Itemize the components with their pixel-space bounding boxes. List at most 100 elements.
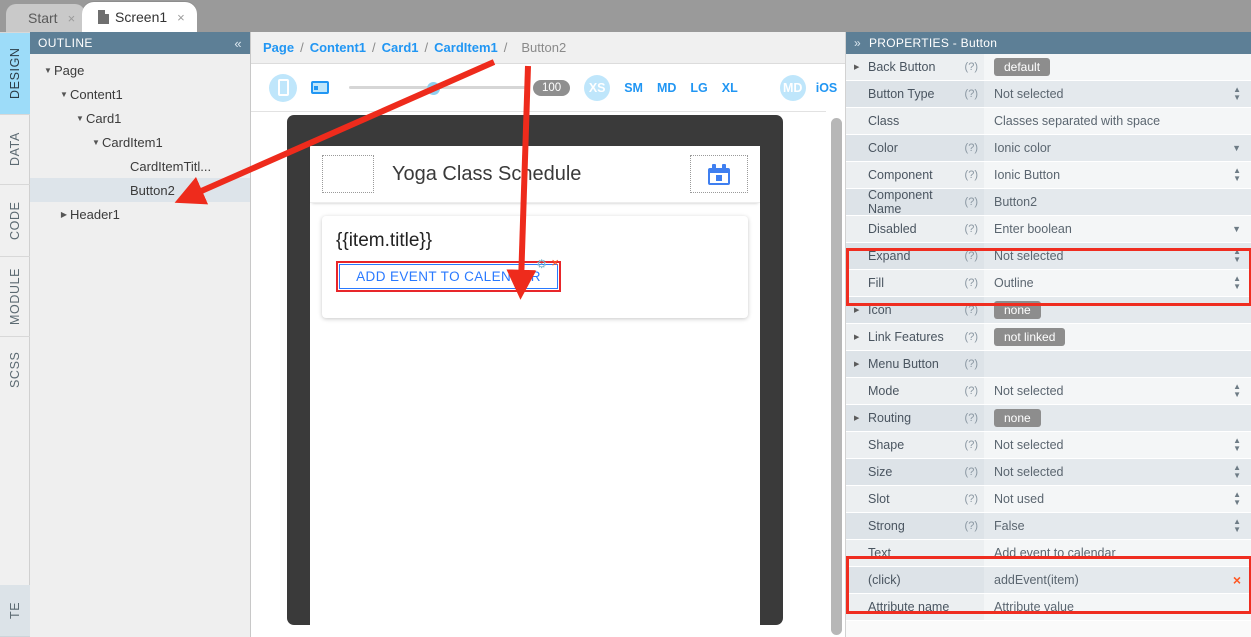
tree-node-button2[interactable]: Button2	[30, 178, 250, 202]
spinner-icon[interactable]: ▲ ▼	[1233, 491, 1241, 507]
tree-node-page[interactable]: ▼ Page	[30, 58, 250, 82]
property-value[interactable]: Classes separated with space	[984, 108, 1251, 134]
chevron-right-icon[interactable]: ▶	[854, 360, 864, 368]
breakpoint-lg[interactable]: LG	[690, 81, 707, 95]
spinner-icon[interactable]: ▲ ▼	[1233, 464, 1241, 480]
tab-start[interactable]: Start ×	[6, 4, 86, 32]
help-icon[interactable]: (?)	[965, 169, 978, 181]
zoom-slider-knob[interactable]	[427, 81, 441, 95]
collapse-left-icon[interactable]: «	[234, 36, 242, 51]
rail-item-design[interactable]: DESIGN	[0, 32, 30, 114]
chevron-right-icon[interactable]: ▶	[854, 333, 864, 341]
property-row[interactable]: Expand (?) Not selected ▲ ▼	[846, 243, 1251, 270]
help-icon[interactable]: (?)	[965, 412, 978, 424]
help-icon[interactable]: (?)	[965, 196, 978, 208]
help-icon[interactable]: (?)	[965, 142, 978, 154]
header-left-slot[interactable]	[322, 155, 374, 193]
property-value[interactable]: False ▲ ▼	[984, 513, 1251, 539]
chevron-down-icon[interactable]: ▼	[90, 138, 102, 147]
property-row[interactable]: Component Name (?) Button2	[846, 188, 1251, 216]
property-row[interactable]: Component (?) Ionic Button ▲ ▼	[846, 162, 1251, 189]
rail-item-data[interactable]: DATA	[0, 114, 30, 184]
breadcrumb-item-card1[interactable]: Card1	[382, 40, 419, 55]
property-value[interactable]: Not selected ▲ ▼	[984, 81, 1251, 107]
chevron-right-icon[interactable]: ▶	[854, 306, 864, 314]
help-icon[interactable]: (?)	[965, 250, 978, 262]
property-value[interactable]: Not selected ▲ ▼	[984, 378, 1251, 404]
property-row[interactable]: (click) addEvent(item) ×	[846, 567, 1251, 594]
property-row[interactable]: Text Add event to calendar	[846, 540, 1251, 567]
clear-icon[interactable]: ×	[1233, 572, 1241, 588]
breakpoint-xl[interactable]: XL	[722, 81, 738, 95]
breakpoint-xs[interactable]: XS	[584, 74, 611, 101]
help-icon[interactable]: (?)	[965, 304, 978, 316]
property-row[interactable]: ▶ Routing (?) none	[846, 405, 1251, 432]
property-value[interactable]: Attribute value	[984, 594, 1251, 620]
property-row[interactable]: Fill (?) Outline ▲ ▼	[846, 270, 1251, 297]
chevron-down-icon[interactable]: ▼	[58, 90, 70, 99]
rail-item-template[interactable]: TE	[0, 585, 30, 637]
property-value-chip[interactable]: none	[994, 301, 1041, 319]
spinner-icon[interactable]: ▲ ▼	[1233, 167, 1241, 183]
help-icon[interactable]: (?)	[965, 466, 978, 478]
mode-badge-md[interactable]: MD	[779, 74, 806, 101]
expand-right-icon[interactable]: »	[854, 36, 861, 50]
chevron-right-icon[interactable]: ▶	[58, 210, 70, 219]
property-value[interactable]: Not selected ▲ ▼	[984, 432, 1251, 458]
property-value[interactable]	[984, 351, 1251, 377]
tab-start-close-icon[interactable]: ×	[68, 11, 76, 26]
property-row[interactable]: Size (?) Not selected ▲ ▼	[846, 459, 1251, 486]
property-value[interactable]: Ionic color ▼	[984, 135, 1251, 161]
property-row[interactable]: Mode (?) Not selected ▲ ▼	[846, 378, 1251, 405]
property-row[interactable]: Strong (?) False ▲ ▼	[846, 513, 1251, 540]
tree-node-carditemtitle[interactable]: CardItemTitl...	[30, 154, 250, 178]
help-icon[interactable]: (?)	[965, 520, 978, 532]
breadcrumb-item-carditem1[interactable]: CardItem1	[434, 40, 498, 55]
gear-icon[interactable]: ⚙	[536, 257, 547, 271]
spinner-icon[interactable]: ▲ ▼	[1233, 518, 1241, 534]
help-icon[interactable]: (?)	[965, 223, 978, 235]
preview-add-event-button[interactable]: ADD EVENT TO CALENDAR	[339, 264, 558, 289]
property-value[interactable]: Not selected ▲ ▼	[984, 243, 1251, 269]
help-icon[interactable]: (?)	[965, 277, 978, 289]
property-value[interactable]: Add event to calendar	[984, 540, 1251, 566]
rail-item-module[interactable]: MODULE	[0, 256, 30, 336]
property-value[interactable]: Outline ▲ ▼	[984, 270, 1251, 296]
property-row[interactable]: ▶ Back Button (?) default	[846, 54, 1251, 81]
property-row[interactable]: ▶ Link Features (?) not linked	[846, 324, 1251, 351]
property-value[interactable]: Not used ▲ ▼	[984, 486, 1251, 512]
chevron-down-icon[interactable]: ▼	[1232, 224, 1241, 234]
help-icon[interactable]: (?)	[965, 88, 978, 100]
property-value-chip[interactable]: default	[994, 58, 1051, 76]
property-value[interactable]: not linked	[984, 324, 1251, 350]
property-row[interactable]: ▶ Icon (?) none	[846, 297, 1251, 324]
property-value[interactable]: none	[984, 297, 1251, 323]
property-row[interactable]: Color (?) Ionic color ▼	[846, 135, 1251, 162]
property-row[interactable]: Slot (?) Not used ▲ ▼	[846, 486, 1251, 513]
properties-scrollbar-thumb[interactable]	[831, 118, 842, 635]
property-row[interactable]: Shape (?) Not selected ▲ ▼	[846, 432, 1251, 459]
property-row[interactable]: Button Type (?) Not selected ▲ ▼	[846, 81, 1251, 108]
help-icon[interactable]: (?)	[965, 331, 978, 343]
chevron-down-icon[interactable]: ▼	[74, 114, 86, 123]
rail-item-code[interactable]: CODE	[0, 184, 30, 256]
help-icon[interactable]: (?)	[965, 61, 978, 73]
zoom-slider[interactable]	[349, 78, 527, 98]
platform-ios[interactable]: iOS	[816, 81, 838, 95]
property-value[interactable]: Enter boolean ▼	[984, 216, 1251, 242]
property-value-chip[interactable]: not linked	[994, 328, 1066, 346]
property-row[interactable]: Class Classes separated with space	[846, 108, 1251, 135]
tree-node-card1[interactable]: ▼ Card1	[30, 106, 250, 130]
breakpoint-md[interactable]: MD	[657, 81, 676, 95]
help-icon[interactable]: (?)	[965, 358, 978, 370]
property-row[interactable]: ▶ Menu Button (?)	[846, 351, 1251, 378]
property-value[interactable]: Button2	[984, 189, 1251, 215]
tree-node-header1[interactable]: ▶ Header1	[30, 202, 250, 226]
chevron-down-icon[interactable]: ▼	[1232, 143, 1241, 153]
tree-node-content1[interactable]: ▼ Content1	[30, 82, 250, 106]
tab-screen1[interactable]: Screen1 ×	[82, 2, 197, 32]
help-icon[interactable]: (?)	[965, 493, 978, 505]
property-value-chip[interactable]: none	[994, 409, 1041, 427]
spinner-icon[interactable]: ▲ ▼	[1233, 86, 1241, 102]
property-value[interactable]: Ionic Button ▲ ▼	[984, 162, 1251, 188]
